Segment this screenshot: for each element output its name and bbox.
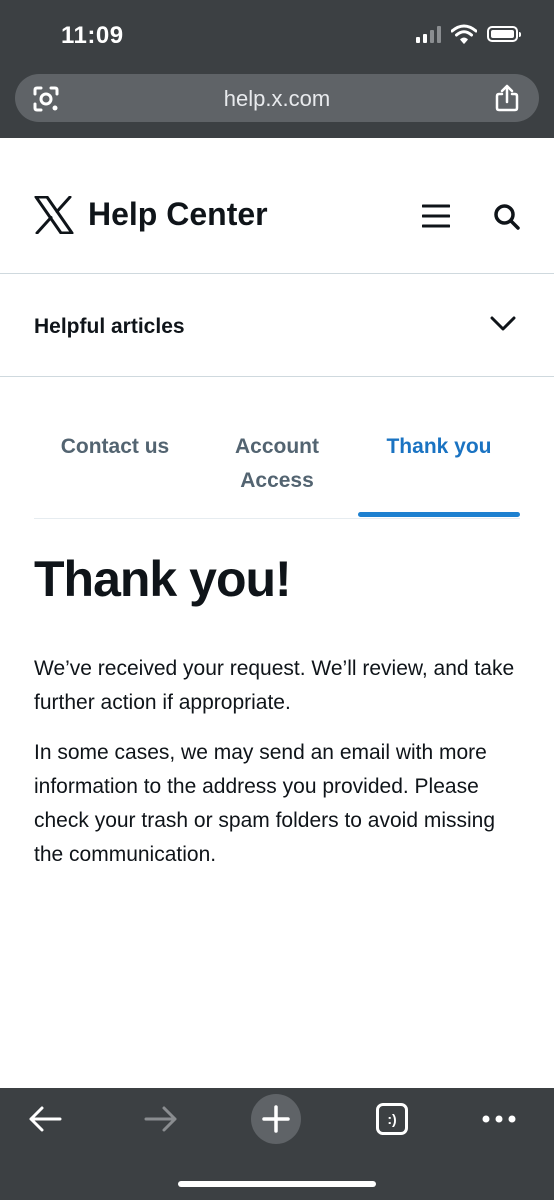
cellular-signal-icon <box>416 25 441 43</box>
tab-account-access[interactable]: Account Access <box>196 430 358 498</box>
status-icons <box>416 24 521 44</box>
email-notice-paragraph: In some cases, we may send an email with… <box>34 741 496 866</box>
url-text[interactable]: help.x.com <box>15 86 539 112</box>
helpful-articles-accordion[interactable]: Helpful articles <box>0 275 554 377</box>
tab-switcher-button[interactable]: :) <box>376 1103 408 1135</box>
site-title[interactable]: Help Center <box>88 196 268 233</box>
plus-icon <box>262 1105 290 1133</box>
helpful-articles-label[interactable]: Helpful articles <box>34 315 185 339</box>
back-arrow-icon[interactable] <box>28 1105 62 1133</box>
step-tabs: Contact us Account Access Thank you <box>34 430 520 519</box>
page-title: Thank you! <box>34 551 292 607</box>
browser-top-chrome: 11:09 help.x.com <box>0 0 554 138</box>
tab-thank-you[interactable]: Thank you <box>358 430 520 464</box>
site-header: Help Center <box>0 138 554 274</box>
chevron-down-icon[interactable] <box>490 315 516 333</box>
forward-arrow-icon[interactable] <box>144 1105 178 1133</box>
wifi-icon <box>451 24 477 44</box>
browser-bottom-toolbar: :) <box>0 1088 554 1200</box>
more-options-icon[interactable] <box>482 1114 516 1124</box>
battery-icon <box>487 26 521 42</box>
share-icon[interactable] <box>494 84 520 112</box>
search-icon[interactable] <box>493 203 520 230</box>
menu-icon[interactable] <box>422 204 450 228</box>
x-logo-icon[interactable] <box>34 196 74 234</box>
status-time: 11:09 <box>61 22 124 49</box>
new-tab-button[interactable] <box>251 1094 301 1144</box>
url-bar[interactable]: help.x.com <box>15 74 539 122</box>
home-indicator[interactable] <box>178 1181 376 1187</box>
tab-contact-us[interactable]: Contact us <box>34 430 196 464</box>
active-tab-indicator <box>358 512 520 517</box>
confirmation-paragraph: We’ve received your request. We’ll revie… <box>34 657 515 714</box>
